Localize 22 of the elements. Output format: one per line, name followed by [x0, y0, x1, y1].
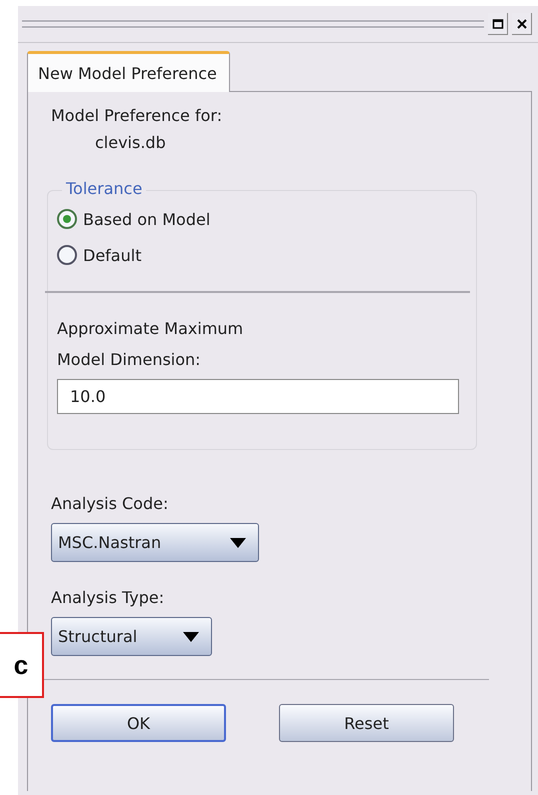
field-label: Analysis Type:	[51, 588, 166, 607]
dimension-input-field[interactable]: 10.0	[57, 379, 459, 414]
grip-handle-icon	[22, 19, 484, 29]
field-label: Approximate Maximum	[57, 319, 244, 338]
caret-icon	[230, 538, 246, 548]
field-label: Model Dimension:	[57, 350, 202, 369]
analysis-code-dropdown[interactable]: MSC.Nastran	[51, 523, 259, 562]
model-preference-label: Model Preference for:	[51, 106, 224, 125]
tab[interactable]: New Model Preference	[27, 51, 230, 92]
radio-button[interactable]	[57, 209, 77, 229]
callout-label: c	[0, 632, 44, 698]
radio-button[interactable]	[57, 245, 77, 265]
ok-button[interactable]: OK	[51, 704, 226, 742]
analysis-type-dropdown[interactable]: Structural	[51, 617, 212, 656]
window-icon	[492, 18, 504, 30]
close-icon	[516, 18, 528, 30]
database-name: clevis.db	[95, 133, 167, 152]
reset-button[interactable]: Reset	[279, 704, 454, 742]
caret-icon	[183, 632, 199, 642]
radio-label[interactable]: Based on Model	[83, 210, 210, 228]
field-label: Analysis Code:	[51, 494, 170, 513]
radio-label[interactable]: Default	[83, 246, 142, 264]
